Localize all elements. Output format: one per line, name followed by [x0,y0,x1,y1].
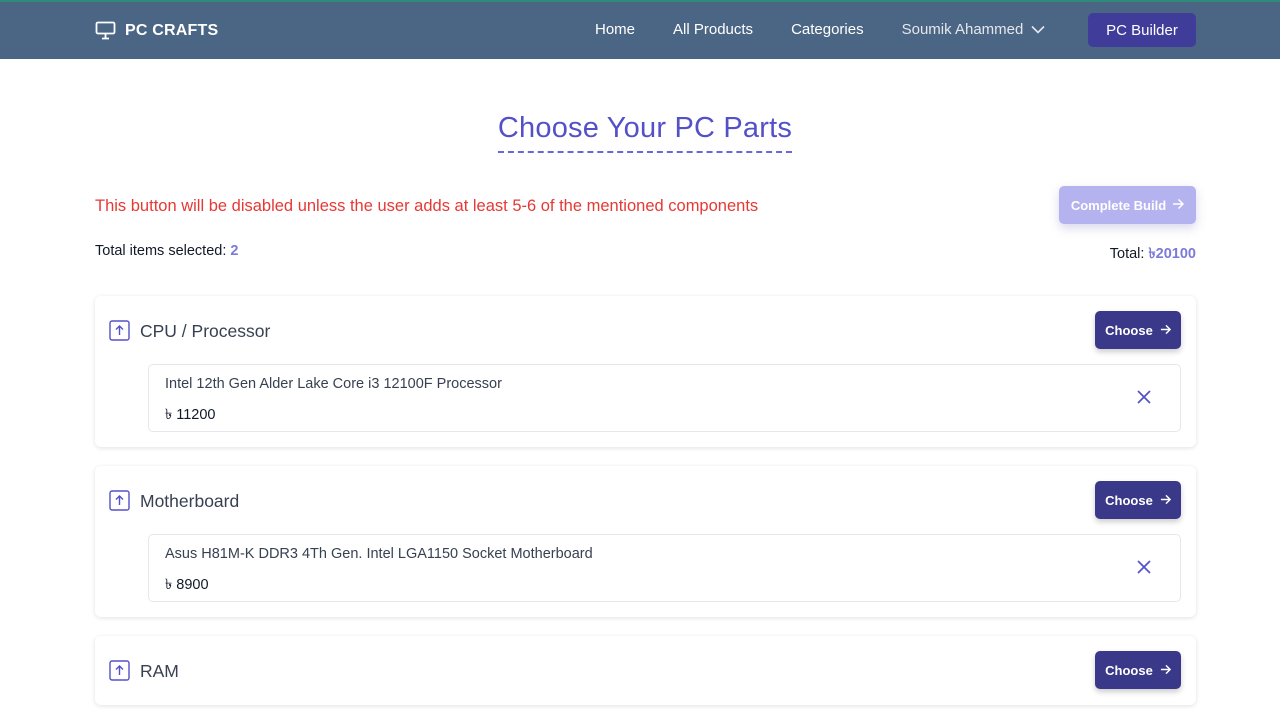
pc-builder-button[interactable]: PC Builder [1088,13,1196,47]
user-name: Soumik Ahammed [901,21,1024,38]
arrow-right-icon [1160,663,1171,678]
choose-button-motherboard[interactable]: Choose [1095,481,1181,519]
selected-item-price: ৳ 11200 [165,407,216,423]
category-title: Motherboard [140,491,240,511]
close-icon[interactable] [1136,559,1154,577]
selected-item-cpu: Intel 12th Gen Alder Lake Core i3 12100F… [148,364,1181,432]
brand-logo[interactable]: PC CRAFTS [95,21,218,40]
monitor-icon [95,21,116,40]
choose-label: Choose [1105,492,1153,508]
arrow-right-icon [1172,198,1185,213]
arrow-right-icon [1160,493,1171,508]
choose-button-cpu[interactable]: Choose [1095,311,1181,349]
close-icon[interactable] [1136,389,1154,407]
upload-icon [109,490,130,516]
navbar: PC CRAFTS Home All Products Categories S… [0,0,1280,59]
total-price-label: Total: [1109,246,1149,262]
complete-build-button[interactable]: Complete Build [1059,186,1196,224]
total-price: Total: ৳20100 [1110,243,1196,267]
brand-name: PC CRAFTS [125,21,219,39]
nav-link-categories[interactable]: Categories [791,21,864,38]
chevron-down-icon [1031,21,1045,38]
nav-link-home[interactable]: Home [595,21,635,38]
total-items-label: Total items selected: [95,243,231,259]
upload-icon [109,660,130,686]
arrow-right-icon [1160,323,1171,338]
page-title: Choose Your PC Parts [497,112,793,153]
nav-links: Home All Products Categories Soumik Aham… [595,21,1045,38]
category-card-ram: RAM Choose [95,636,1196,705]
warning-text: This button will be disabled unless the … [95,197,759,215]
total-price-value: ৳20100 [1148,246,1196,262]
complete-build-label: Complete Build [1070,197,1167,213]
total-items-selected: Total items selected: 2 [95,243,238,259]
nav-link-all-products[interactable]: All Products [673,21,753,38]
upload-icon [109,320,130,346]
category-title: RAM [140,661,179,681]
category-card-cpu: CPU / Processor Choose Intel 12th Gen Al… [95,296,1196,447]
choose-label: Choose [1105,322,1153,338]
choose-button-ram[interactable]: Choose [1095,651,1181,689]
choose-label: Choose [1105,662,1153,678]
selected-item-motherboard: Asus H81M-K DDR3 4Th Gen. Intel LGA1150 … [148,534,1181,602]
selected-item-name: Asus H81M-K DDR3 4Th Gen. Intel LGA1150 … [165,546,593,562]
page-title-wrap: Choose Your PC Parts [0,112,1280,153]
category-title: CPU / Processor [140,321,271,341]
selected-item-name: Intel 12th Gen Alder Lake Core i3 12100F… [165,376,502,392]
category-card-motherboard: Motherboard Choose Asus H81M-K DDR3 4Th … [95,466,1196,617]
total-items-value: 2 [230,243,239,259]
user-menu[interactable]: Soumik Ahammed [902,21,1046,38]
selected-item-price: ৳ 8900 [165,577,209,593]
